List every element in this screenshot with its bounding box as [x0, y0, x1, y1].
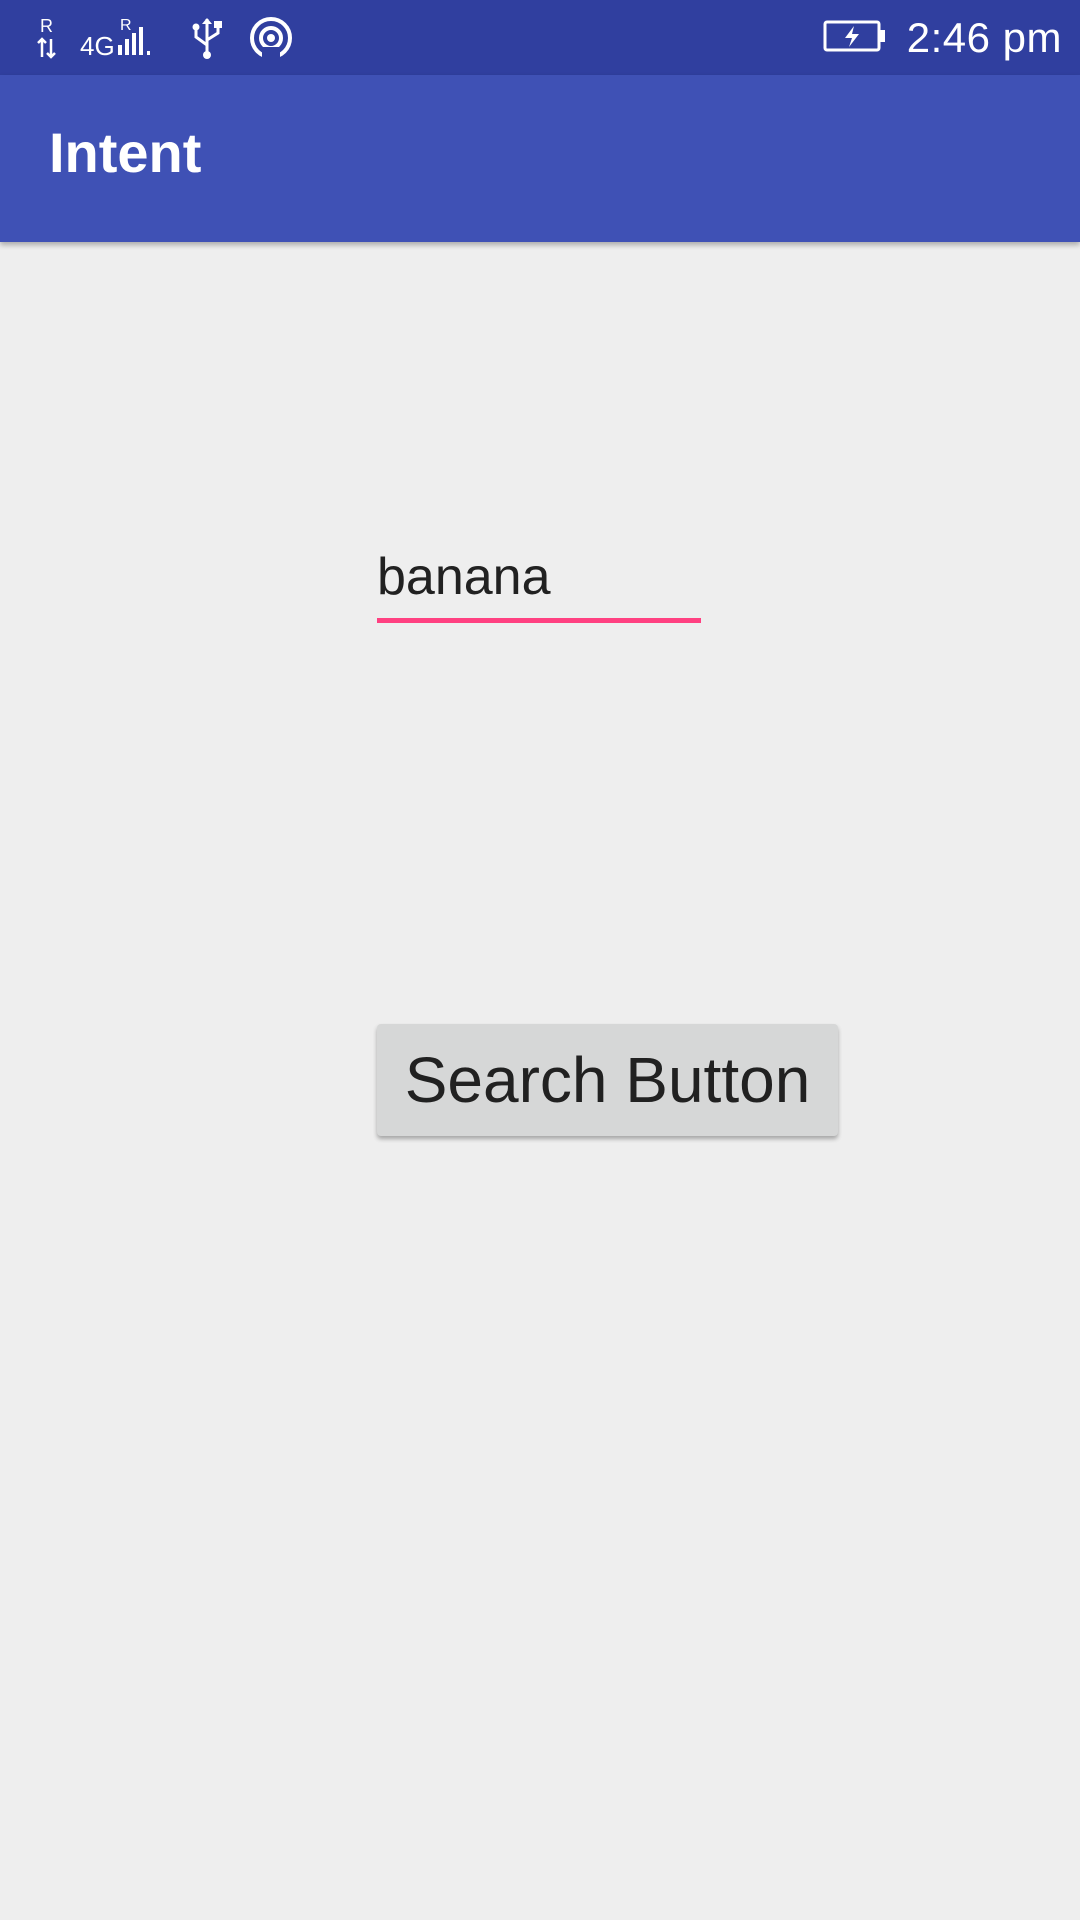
status-right: 2:46 pm [823, 0, 1062, 75]
search-input-underline [377, 618, 701, 623]
battery-charging-icon [823, 19, 887, 57]
status-time: 2:46 pm [906, 13, 1062, 61]
app-bar: Intent [0, 75, 1080, 242]
status-bar: R 4G R 2:46 pm [0, 0, 1080, 75]
status-icons-left: R 4G R [36, 12, 294, 64]
svg-text:4G: 4G [80, 31, 115, 61]
svg-text:R: R [120, 17, 132, 34]
hotspot-icon [248, 15, 294, 61]
search-field [377, 540, 701, 625]
signal-4g-icon: 4G R [80, 15, 166, 61]
search-button[interactable]: Search Button [377, 1024, 838, 1136]
usb-icon [188, 15, 226, 61]
search-input[interactable] [377, 540, 701, 614]
roaming-data-icon: R [36, 15, 58, 61]
app-title: Intent [49, 121, 202, 184]
svg-text:R: R [40, 16, 53, 36]
